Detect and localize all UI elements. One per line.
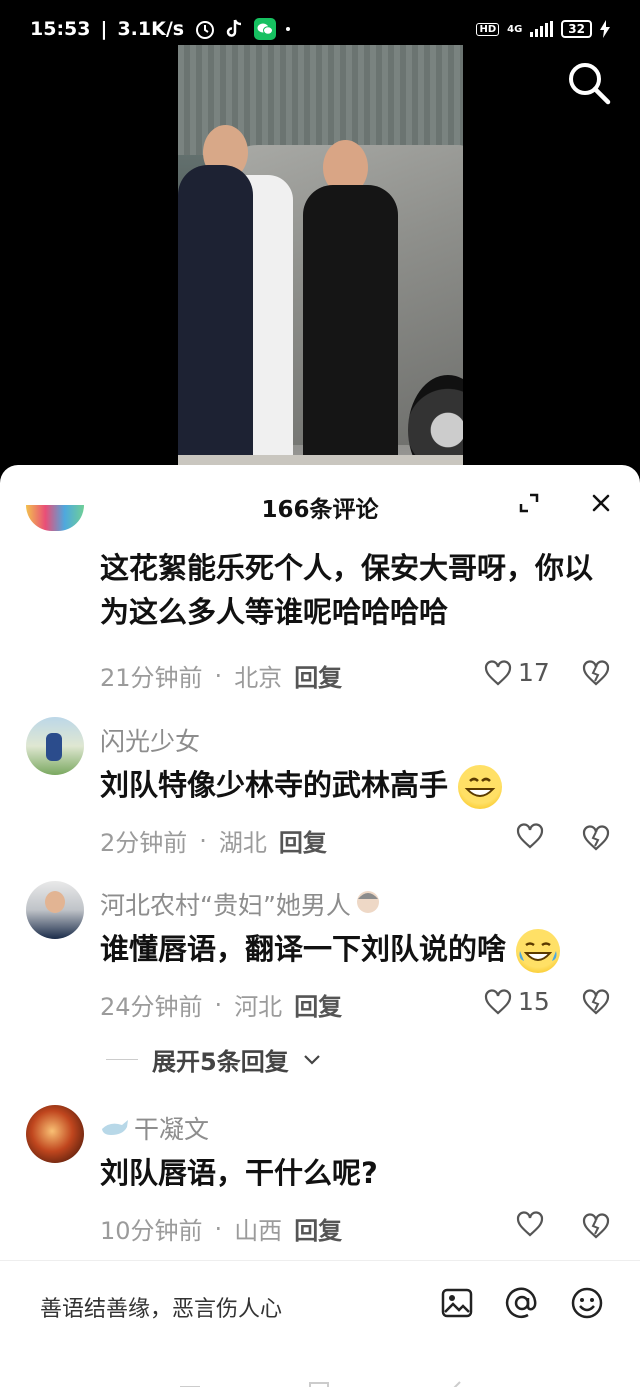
reply-button[interactable]: 回复: [294, 1211, 342, 1246]
comment-input[interactable]: 善语结善缘，恶言伤人心: [40, 1291, 282, 1323]
meta-separator: ·: [199, 826, 207, 855]
chevron-down-icon: [303, 1054, 320, 1065]
network-speed: 3.1K/s: [117, 18, 185, 40]
image-icon[interactable]: [440, 1286, 474, 1320]
alarm-icon: [194, 18, 216, 40]
status-time: 15:53: [30, 18, 91, 40]
charging-icon: [600, 20, 610, 38]
avatar[interactable]: [26, 881, 84, 939]
video-ground: [178, 455, 463, 465]
username-text: 闪光少女: [100, 727, 201, 756]
comment-time: 10分钟前: [100, 1217, 203, 1245]
notification-dot: [286, 27, 291, 31]
broken-heart-icon[interactable]: [582, 660, 610, 690]
laughing-crying-emoji-icon: [516, 929, 561, 973]
comment-location: 河北: [234, 993, 283, 1021]
comment-time: 21分钟前: [100, 664, 203, 692]
comment-input-bar: 善语结善缘，恶言伤人心: [0, 1260, 640, 1350]
heart-icon: [484, 659, 512, 685]
comments-header: 166条评论: [0, 465, 640, 547]
man-emoji-icon: [355, 888, 381, 920]
search-icon[interactable]: [566, 60, 612, 106]
meta-separator: ·: [214, 661, 223, 690]
divider-line: [106, 1059, 138, 1060]
avatar[interactable]: [26, 717, 84, 775]
reply-button[interactable]: 回复: [294, 987, 342, 1022]
comment-text: 这花絮能乐死个人，保安大哥呀，你以为这么多人等谁呢哈哈哈哈: [100, 551, 594, 629]
comment-location: 北京: [234, 664, 283, 692]
username-text: 干凝文: [134, 1115, 210, 1144]
heart-icon: [484, 988, 512, 1014]
comment-username[interactable]: 干凝文: [100, 1110, 209, 1146]
comment-text-content: 刘队特像少林寺的武林高手: [100, 768, 449, 802]
comment-username[interactable]: 闪光少女: [100, 722, 200, 758]
avatar[interactable]: [26, 1105, 84, 1163]
like-count: 17: [518, 658, 550, 687]
like-button[interactable]: 17: [484, 658, 550, 687]
network-type: 4G: [507, 23, 523, 35]
comment-location: 湖北: [218, 829, 267, 857]
signal-icon: [530, 21, 554, 37]
navigation-bar: [160, 1374, 480, 1387]
reply-button[interactable]: 回复: [279, 823, 327, 858]
comment-text-content: 谁懂唇语，翻译一下刘队说的啥: [100, 932, 507, 966]
heart-icon: [516, 1211, 544, 1237]
broken-heart-icon[interactable]: [582, 989, 610, 1019]
broken-heart-icon[interactable]: [582, 1213, 610, 1243]
comment-username[interactable]: 河北农村“贵妇”她男人: [100, 886, 381, 922]
tiktok-icon: [226, 18, 244, 40]
like-button[interactable]: 15: [484, 987, 550, 1016]
like-count: 15: [518, 987, 550, 1016]
comment-location: 山西: [234, 1217, 283, 1245]
comment-text: 谁懂唇语，翻译一下刘队说的啥: [100, 927, 600, 973]
status-divider: |: [100, 18, 108, 40]
meta-separator: ·: [214, 990, 223, 1019]
video-player[interactable]: [178, 45, 463, 465]
comment-text: 刘队唇语，干什么呢?: [100, 1156, 378, 1190]
expand-replies-label: 展开5条回复: [152, 1048, 289, 1076]
video-person: [178, 165, 253, 465]
meta-separator: ·: [214, 1214, 223, 1243]
comments-count-title: 166条评论: [261, 497, 379, 523]
emoji-icon[interactable]: [570, 1286, 604, 1320]
grinning-emoji-icon: [458, 765, 503, 809]
heart-icon: [516, 823, 544, 849]
at-icon[interactable]: [505, 1286, 539, 1320]
comment-meta: 2分钟前 · 湖北 回复: [100, 823, 327, 858]
broken-heart-icon[interactable]: [582, 825, 610, 855]
close-icon[interactable]: [590, 492, 612, 514]
comments-sheet: 166条评论 这花絮能乐死个人，保安大哥呀，你以为这么多人等谁呢哈哈哈哈 21分…: [0, 465, 640, 1387]
username-text: 河北农村“贵妇”她男人: [100, 891, 351, 920]
expand-replies-button[interactable]: 展开5条回复: [106, 1042, 321, 1077]
battery-level: 32: [568, 22, 585, 36]
video-person: [303, 185, 398, 465]
reply-button[interactable]: 回复: [294, 658, 342, 693]
comment-text: 刘队特像少林寺的武林高手: [100, 763, 600, 809]
comment-time: 24分钟前: [100, 993, 203, 1021]
like-button[interactable]: [516, 823, 544, 849]
comment-meta: 10分钟前 · 山西 回复: [100, 1211, 342, 1246]
hd-badge: HD: [476, 22, 500, 36]
whale-icon: [100, 1114, 130, 1143]
comment-time: 2分钟前: [100, 829, 188, 857]
expand-icon[interactable]: [518, 492, 540, 514]
like-button[interactable]: [516, 1211, 544, 1237]
wechat-icon: [254, 18, 277, 40]
battery-icon: 32: [561, 20, 592, 38]
comment-meta: 24分钟前 · 河北 回复: [100, 987, 342, 1022]
comment-meta: 21分钟前 · 北京 回复: [100, 658, 342, 693]
